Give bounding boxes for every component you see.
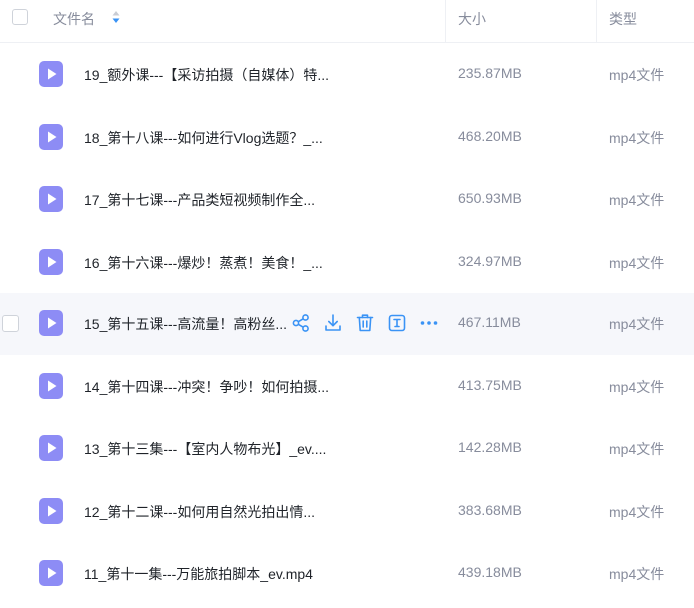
column-divider[interactable] — [445, 0, 446, 42]
share-icon[interactable] — [290, 312, 312, 334]
video-file-icon — [39, 498, 63, 524]
file-name[interactable]: 18_第十八课---如何进行Vlog选题？_... — [84, 128, 323, 148]
row-checkbox[interactable] — [2, 315, 19, 332]
column-header-type[interactable]: 类型 — [609, 9, 637, 29]
file-row[interactable]: 17_第十七课---产品类短视频制作全... 650.93MB mp4文件 — [0, 169, 694, 231]
column-header-name[interactable]: 文件名 — [53, 9, 95, 29]
file-type: mp4文件 — [609, 441, 665, 457]
file-type: mp4文件 — [609, 504, 665, 520]
file-size: 467.11MB — [458, 314, 521, 330]
file-type: mp4文件 — [609, 255, 665, 271]
file-name[interactable]: 19_额外课---【采访拍摄（自媒体）特... — [84, 65, 329, 85]
file-row[interactable]: 12_第十二课---如何用自然光拍出情... 383.68MB mp4文件 — [0, 481, 694, 543]
video-file-icon — [39, 560, 63, 586]
download-icon[interactable] — [322, 312, 344, 334]
file-name[interactable]: 17_第十七课---产品类短视频制作全... — [84, 190, 315, 210]
video-file-icon — [39, 61, 63, 87]
file-row[interactable]: 13_第十三集---【室内人物布光】_ev.... 142.28MB mp4文件 — [0, 418, 694, 480]
file-size: 468.20MB — [458, 128, 522, 144]
sort-icon[interactable] — [111, 9, 121, 25]
file-type: mp4文件 — [609, 316, 665, 332]
video-file-icon — [39, 249, 63, 275]
file-size: 235.87MB — [458, 65, 522, 81]
file-size: 650.93MB — [458, 190, 522, 206]
file-row[interactable]: 19_额外课---【采访拍摄（自媒体）特... 235.87MB mp4文件 — [0, 44, 694, 106]
video-file-icon — [39, 310, 63, 336]
file-size: 142.28MB — [458, 439, 522, 455]
video-file-icon — [39, 186, 63, 212]
select-all-checkbox[interactable] — [12, 9, 28, 25]
file-name[interactable]: 12_第十二课---如何用自然光拍出情... — [84, 502, 315, 522]
file-row[interactable]: 18_第十八课---如何进行Vlog选题？_... 468.20MB mp4文件 — [0, 107, 694, 169]
file-size: 324.97MB — [458, 253, 522, 269]
file-type: mp4文件 — [609, 130, 665, 146]
more-icon[interactable] — [418, 312, 440, 334]
file-name[interactable]: 16_第十六课---爆炒！蒸煮！美食！_... — [84, 253, 323, 273]
file-row[interactable]: 16_第十六课---爆炒！蒸煮！美食！_... 324.97MB mp4文件 — [0, 232, 694, 294]
trash-icon[interactable] — [354, 312, 376, 334]
file-name[interactable]: 14_第十四课---冲突！争吵！如何拍摄... — [84, 377, 329, 397]
rename-icon[interactable] — [386, 312, 408, 334]
file-type: mp4文件 — [609, 566, 665, 582]
file-row[interactable]: 11_第十一集---万能旅拍脚本_ev.mp4 439.18MB mp4文件 — [0, 543, 694, 605]
file-size: 413.75MB — [458, 377, 522, 393]
file-name[interactable]: 11_第十一集---万能旅拍脚本_ev.mp4 — [84, 564, 313, 584]
file-name[interactable]: 13_第十三集---【室内人物布光】_ev.... — [84, 439, 326, 459]
file-size: 439.18MB — [458, 564, 522, 580]
file-row[interactable]: 14_第十四课---冲突！争吵！如何拍摄... 413.75MB mp4文件 — [0, 356, 694, 418]
column-divider[interactable] — [596, 0, 597, 42]
file-type: mp4文件 — [609, 379, 665, 395]
column-header-size[interactable]: 大小 — [458, 9, 486, 29]
file-name[interactable]: 15_第十五课---高流量！高粉丝... — [84, 314, 286, 334]
video-file-icon — [39, 435, 63, 461]
file-type: mp4文件 — [609, 192, 665, 208]
video-file-icon — [39, 373, 63, 399]
file-size: 383.68MB — [458, 502, 522, 518]
file-row-hovered[interactable]: 15_第十五课---高流量！高粉丝... 467.11MB mp4文件 — [0, 293, 694, 355]
video-file-icon — [39, 124, 63, 150]
file-type: mp4文件 — [609, 67, 665, 83]
file-list-header: 文件名 大小 类型 — [0, 0, 694, 43]
